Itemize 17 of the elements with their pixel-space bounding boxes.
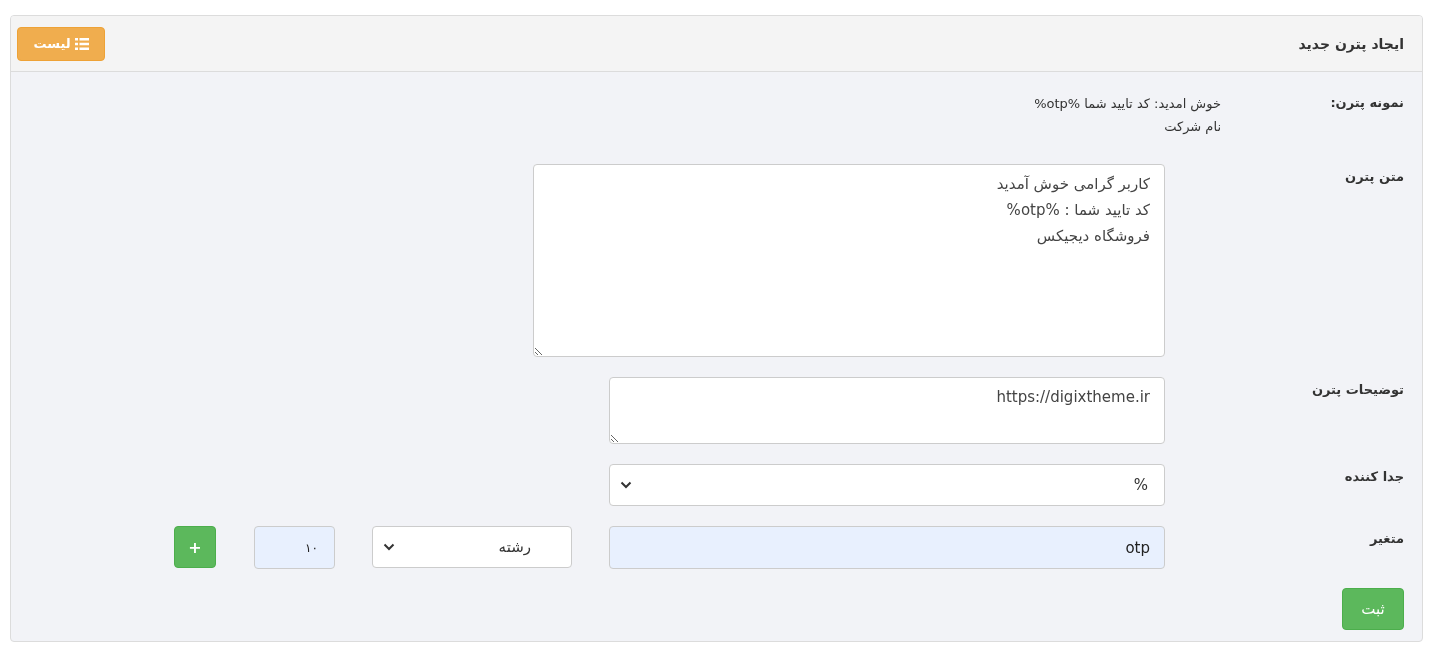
field-label: توضیحات پترن: [1310, 381, 1404, 399]
panel-title: ایجاد پترن جدید: [1298, 35, 1404, 52]
number-field[interactable]: ۱۰: [254, 526, 335, 569]
chevron-icon: [620, 481, 632, 489]
field-label: جدا کننده: [1343, 468, 1404, 486]
input-field[interactable]: otp: [609, 526, 1165, 569]
select-field[interactable]: %: [609, 464, 1165, 506]
text-area[interactable]: https://digixtheme.ir: [609, 377, 1165, 444]
field-label: متغیر: [1368, 530, 1404, 548]
chevron-icon: [383, 543, 395, 551]
select-field[interactable]: رشته: [372, 526, 572, 568]
sample-text-line: نام شرکت: [1163, 118, 1221, 136]
list-icon: [74, 37, 89, 50]
text-area[interactable]: کاربر گرامی خوش آمدید کد تایید شما : %otp% فروشگاه دیجیکس: [533, 164, 1165, 357]
field-label: متن پترن: [1344, 168, 1404, 186]
sample-text-line: خوش امدید: کد تایید شما %otp%: [1034, 95, 1221, 114]
field-label: نمونه پترن:: [1329, 94, 1404, 112]
